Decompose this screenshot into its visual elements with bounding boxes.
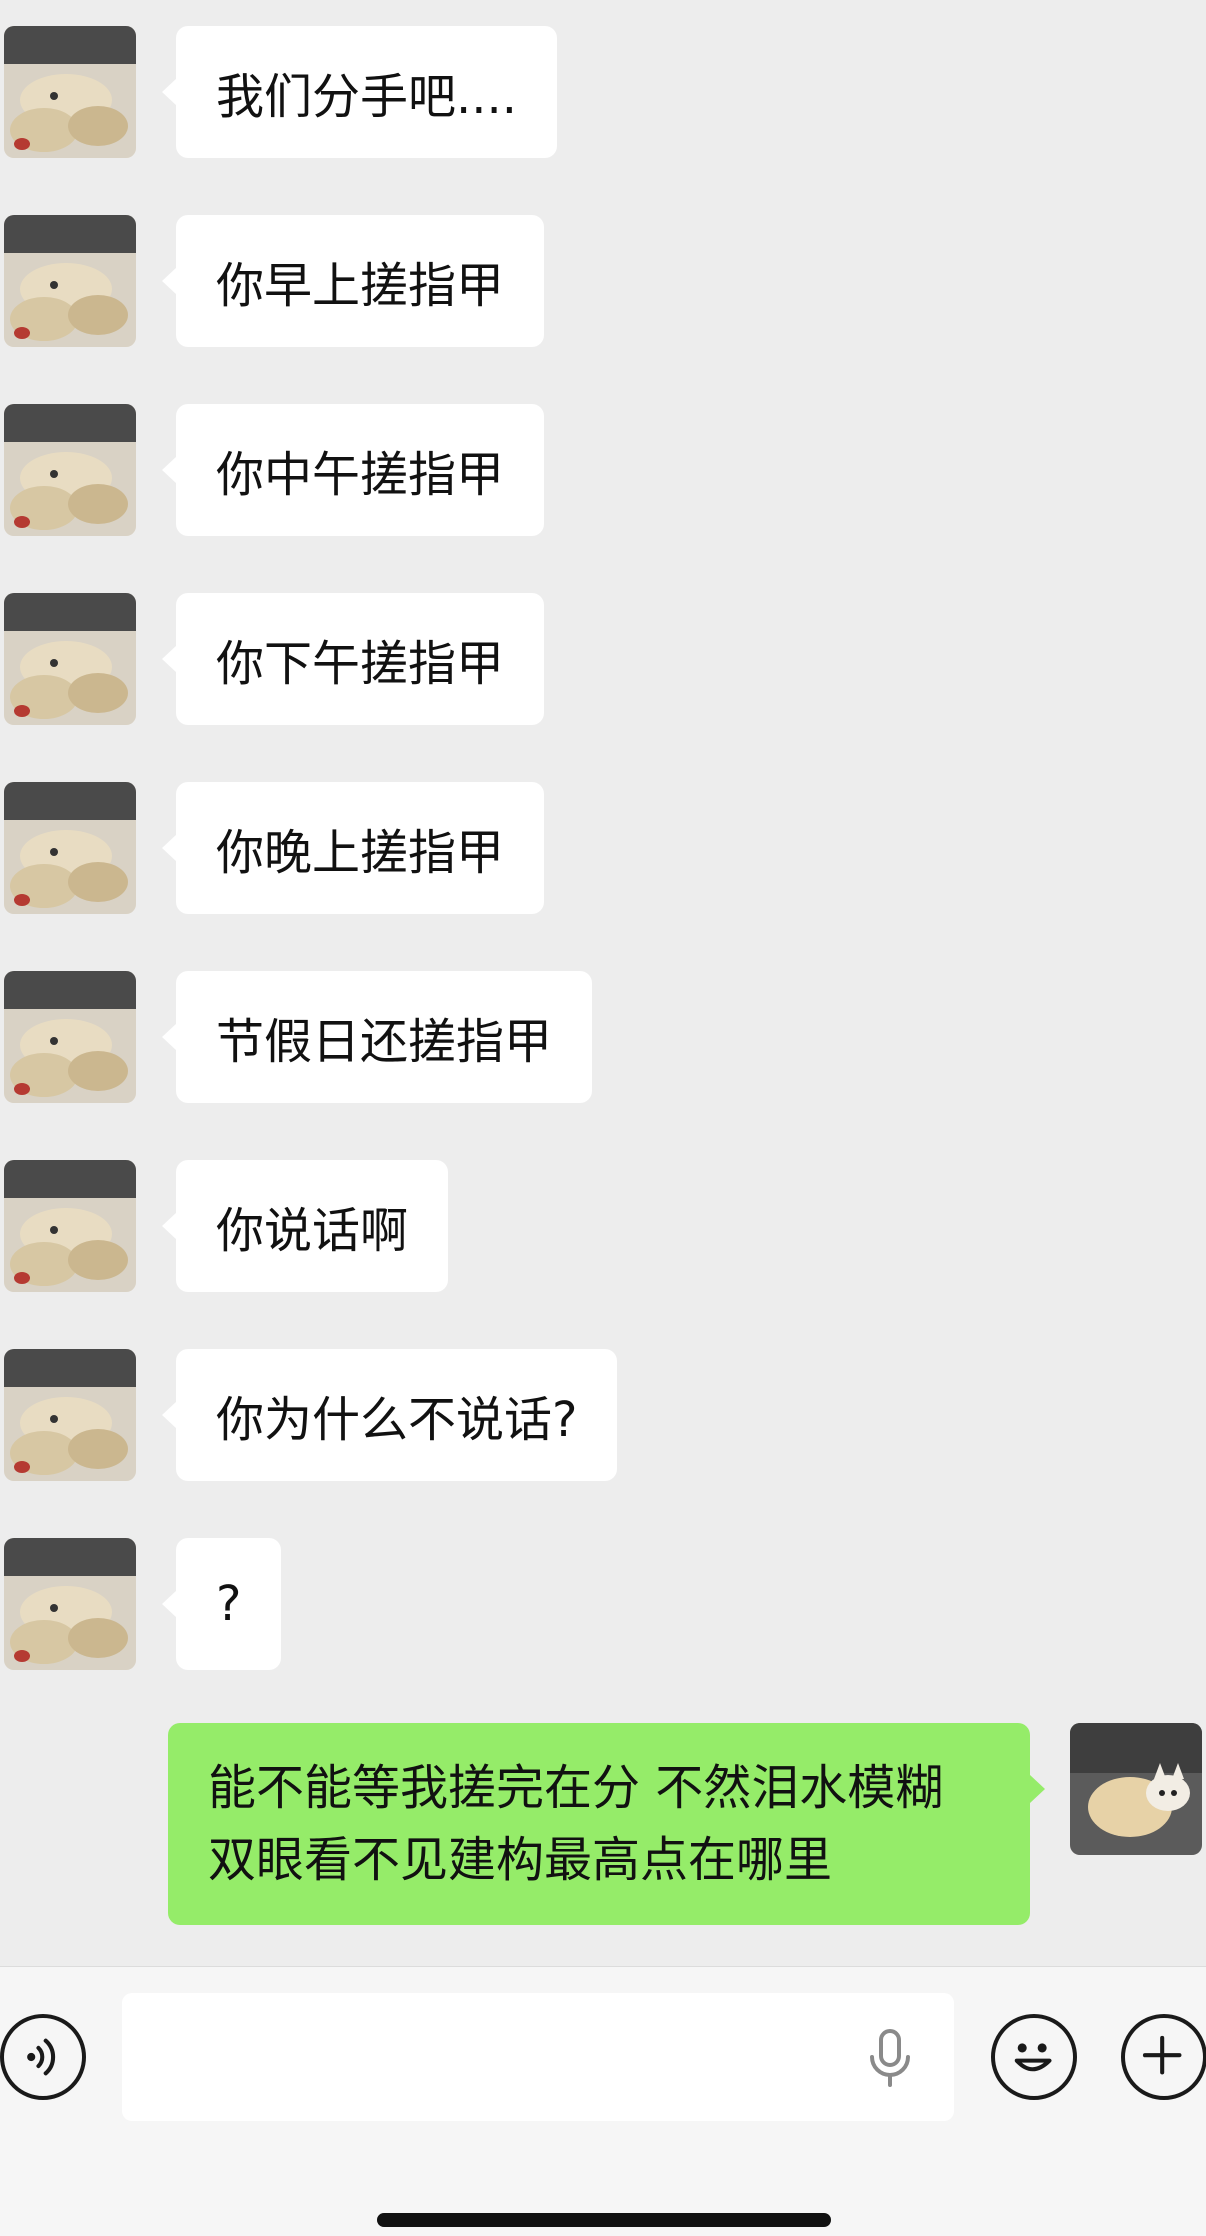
contact-avatar[interactable] xyxy=(4,782,136,914)
contact-avatar[interactable] xyxy=(4,404,136,536)
plush-dog-photo xyxy=(4,593,136,725)
incoming-message-bubble[interactable]: 你早上搓指甲 xyxy=(161,215,545,347)
outgoing-message-bubble[interactable]: 能不能等我搓完在分 不然泪水模糊双眼看不见建构最高点在哪里 xyxy=(168,1723,1045,1925)
contact-avatar[interactable] xyxy=(4,215,136,347)
cat-photo xyxy=(1070,1723,1202,1855)
emoji-icon xyxy=(1014,2043,1052,2072)
my-avatar[interactable] xyxy=(1070,1723,1202,1855)
contact-avatar[interactable] xyxy=(4,593,136,725)
message-text-input[interactable] xyxy=(122,1993,954,2121)
contact-avatar[interactable] xyxy=(4,971,136,1103)
message-text: 你中午搓指甲 xyxy=(216,447,505,503)
plush-dog-photo xyxy=(4,26,136,158)
plush-dog-photo xyxy=(4,404,136,536)
plush-dog-photo xyxy=(4,1349,136,1481)
message-text: 能不能等我搓完在分 不然泪水模糊双眼看不见建构最高点在哪里 xyxy=(208,1760,944,1888)
message-text: 你晚上搓指甲 xyxy=(216,825,505,881)
plush-dog-photo xyxy=(4,1538,136,1670)
plush-dog-photo xyxy=(4,215,136,347)
message-text: 节假日还搓指甲 xyxy=(216,1014,553,1070)
incoming-message-bubble[interactable]: 你中午搓指甲 xyxy=(161,404,545,536)
contact-avatar[interactable] xyxy=(4,1349,136,1481)
message-text: 你早上搓指甲 xyxy=(216,258,505,314)
contact-avatar[interactable] xyxy=(4,26,136,158)
incoming-message-bubble[interactable]: 你说话啊 xyxy=(161,1160,449,1292)
message-text: ? xyxy=(216,1576,242,1632)
incoming-message-bubble[interactable]: 我们分手吧.... xyxy=(161,26,558,158)
message-text: 你为什么不说话? xyxy=(216,1392,578,1448)
message-text: 我们分手吧.... xyxy=(216,69,518,125)
voice-icon xyxy=(27,2038,56,2076)
incoming-message-bubble[interactable]: 你晚上搓指甲 xyxy=(161,782,545,914)
plus-icon xyxy=(1142,2035,1182,2075)
message-text: 你说话啊 xyxy=(216,1203,409,1259)
contact-avatar[interactable] xyxy=(4,1538,136,1670)
plush-dog-photo xyxy=(4,971,136,1103)
incoming-message-bubble[interactable]: 你下午搓指甲 xyxy=(161,593,545,725)
chat-message-list[interactable]: 我们分手吧.... 你早上搓指甲 你中午搓指甲 你下午搓指甲 你晚上搓指甲 节假… xyxy=(0,0,1206,1966)
plush-dog-photo xyxy=(4,1160,136,1292)
emoji-button[interactable] xyxy=(991,2014,1077,2100)
incoming-message-bubble[interactable]: 你为什么不说话? xyxy=(161,1349,618,1481)
message-input-bar xyxy=(0,1966,1206,2236)
incoming-message-bubble[interactable]: 节假日还搓指甲 xyxy=(161,971,593,1103)
voice-mode-button[interactable] xyxy=(0,2014,86,2100)
message-text: 你下午搓指甲 xyxy=(216,636,505,692)
more-functions-button[interactable] xyxy=(1121,2014,1206,2100)
microphone-icon[interactable] xyxy=(866,2029,914,2089)
home-indicator[interactable] xyxy=(377,2213,831,2227)
incoming-message-bubble[interactable]: ? xyxy=(161,1538,282,1670)
plush-dog-photo xyxy=(4,782,136,914)
contact-avatar[interactable] xyxy=(4,1160,136,1292)
